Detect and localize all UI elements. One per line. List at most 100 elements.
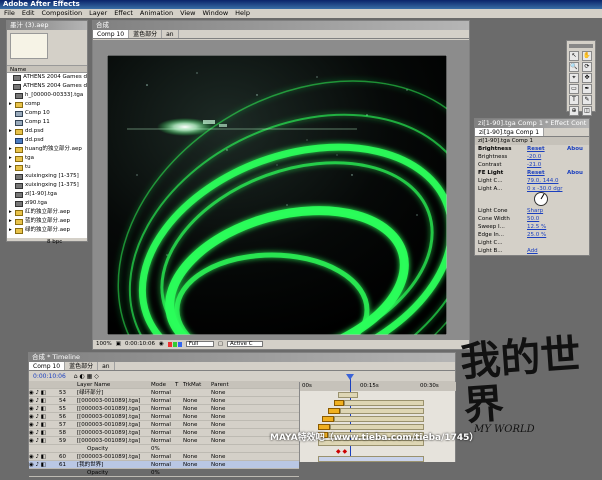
disclosure-icon[interactable]: ▸ [9, 154, 13, 163]
col-t[interactable]: T [175, 381, 183, 389]
comp-canvas[interactable] [107, 55, 447, 335]
layer-parent[interactable]: None [211, 437, 251, 445]
effect-row[interactable]: Contrast -21.0 [475, 161, 589, 169]
layer-bar[interactable] [328, 408, 340, 414]
layer-mode[interactable]: Normal [151, 429, 183, 437]
layer-name[interactable]: Opacity [77, 469, 151, 477]
menu-effect[interactable]: Effect [114, 9, 133, 18]
menu-window[interactable]: Window [203, 9, 229, 18]
disclosure-icon[interactable]: ▸ [9, 208, 13, 217]
layer-parent[interactable]: None [211, 397, 251, 405]
layer-parent[interactable]: None [211, 421, 251, 429]
layer-trkmat[interactable]: None [183, 421, 211, 429]
layer-mode[interactable]: Normal [151, 453, 183, 461]
menu-animation[interactable]: Animation [140, 9, 173, 18]
project-item[interactable]: ATHENS 2004 Games d [7, 73, 87, 82]
layer-mode[interactable]: Normal [151, 437, 183, 445]
disclosure-icon[interactable]: ▸ [9, 145, 13, 154]
keyframe-icon[interactable]: ◆ ◆ [336, 448, 347, 455]
disclosure-icon[interactable]: ▸ [9, 226, 13, 235]
layer-trkmat[interactable]: None [183, 429, 211, 437]
effect-param-value[interactable]: 50.0 [527, 215, 567, 223]
layer-parent[interactable]: None [211, 461, 251, 469]
layer-mode[interactable]: Normal [151, 413, 183, 421]
zoom-level[interactable]: 100% [96, 341, 112, 347]
layer-trkmat[interactable]: None [183, 405, 211, 413]
effect-row[interactable]: FE Light Reset Abou [475, 169, 589, 177]
layer-switches[interactable]: ◉ ♪ ◧ [29, 437, 59, 445]
effect-row[interactable]: Brightness -20.0 [475, 153, 589, 161]
eraser-tool-icon[interactable]: ◫ [582, 106, 592, 116]
project-item[interactable]: ▸ dd.psd [7, 127, 87, 136]
hand-tool-icon[interactable]: ✋ [582, 51, 592, 61]
timeline-graph[interactable]: 00s 00:15s 00:30s ◆ ◆ [299, 374, 456, 462]
layer-parent[interactable]: None [211, 413, 251, 421]
project-item[interactable]: ▸ comp [7, 100, 87, 109]
layer-name[interactable]: [绿环部分] [77, 389, 151, 397]
layer-bar[interactable] [344, 400, 424, 406]
light-angle-dial[interactable] [533, 191, 549, 207]
rotate-tool-icon[interactable]: ⟳ [582, 62, 592, 72]
effect-param-value[interactable]: Sharp [527, 207, 567, 215]
pen-tool-icon[interactable]: ✒ [582, 84, 592, 94]
project-item[interactable]: Comp 11 [7, 118, 87, 127]
layer-switches[interactable]: ◉ ♪ ◧ [29, 405, 59, 413]
time-ruler[interactable]: 00s 00:15s 00:30s [300, 382, 456, 391]
layer-parent[interactable]: None [211, 453, 251, 461]
effect-row[interactable]: Light C... [475, 239, 589, 247]
camera-select[interactable]: Active C [227, 341, 264, 347]
layer-switches[interactable]: ◉ ♪ ◧ [29, 413, 59, 421]
resolution-select[interactable]: Full [185, 341, 214, 347]
channel-swatches[interactable] [167, 341, 182, 347]
comp-timecode[interactable]: 0:00:10:06 [125, 341, 155, 347]
layer-name[interactable]: [[000003-001089].tga] [77, 429, 151, 437]
effect-row[interactable] [475, 193, 589, 207]
layer-bar[interactable] [340, 408, 424, 414]
comp-tab-an[interactable]: an [162, 30, 179, 38]
layer-trkmat[interactable]: None [183, 413, 211, 421]
stamp-tool-icon[interactable]: ⊕ [569, 106, 579, 116]
layer-mode[interactable]: Normal [151, 389, 183, 397]
comp-tab-comp10[interactable]: Comp 10 [93, 30, 130, 38]
snapshot-icon[interactable]: ◉ [159, 341, 164, 347]
effect-param-value[interactable]: 12.5 % [527, 223, 567, 231]
disclosure-icon[interactable]: ▸ [9, 100, 13, 109]
project-item[interactable]: ▸ tga [7, 154, 87, 163]
layer-trkmat[interactable]: None [183, 453, 211, 461]
layer-name[interactable]: Opacity [77, 445, 151, 453]
project-bpc[interactable]: 8 bpc [7, 238, 87, 246]
effect-param-value[interactable] [527, 239, 567, 247]
layer-name[interactable]: [我的世界] [77, 461, 151, 469]
layer-name[interactable]: [[000003-001089].tga] [77, 405, 151, 413]
layer-bar[interactable] [334, 416, 424, 422]
timeline-switch-icons[interactable]: ⌂ ◐ ▦ ◇ [74, 373, 99, 380]
effect-param-value[interactable]: -20.0 [527, 153, 567, 161]
effect-row[interactable]: Brightness Reset Abou [475, 145, 589, 153]
effect-tab[interactable]: zi[1-90].tga Comp 1 [475, 128, 545, 136]
layer-trkmat[interactable]: None [183, 397, 211, 405]
zoom-tool-icon[interactable]: 🔍 [569, 62, 579, 72]
timeline-timecode[interactable]: 0:00:10:06 [33, 373, 66, 380]
select-tool-icon[interactable]: ↖ [569, 51, 579, 61]
project-item[interactable]: ATHENS 2004 Games d [7, 82, 87, 91]
layer-name[interactable]: [[000003-001089].tga] [77, 453, 151, 461]
layer-name[interactable]: [[000003-001089].tga] [77, 397, 151, 405]
layer-mode[interactable]: Normal [151, 405, 183, 413]
project-item[interactable]: ▸ 红的独立部分.aep [7, 208, 87, 217]
effect-row[interactable]: Sweep I... 12.5 % [475, 223, 589, 231]
layer-mode[interactable]: Normal [151, 421, 183, 429]
project-item[interactable]: dd.psd [7, 136, 87, 145]
effect-param-value[interactable]: Add [527, 247, 567, 255]
effect-row[interactable]: Light A... 0 x -30.0 dgr [475, 185, 589, 193]
layer-switches[interactable]: ◉ ♪ ◧ [29, 461, 59, 469]
layer-switches[interactable]: ◉ ♪ ◧ [29, 429, 59, 437]
layer-switches[interactable]: ◉ ♪ ◧ [29, 397, 59, 405]
effect-row[interactable]: Light C... 79.0, 144.0 [475, 177, 589, 185]
effect-about-link[interactable]: Abou [567, 145, 583, 153]
col-trkmat[interactable]: TrkMat [183, 381, 211, 389]
pan-tool-icon[interactable]: ✥ [582, 73, 592, 83]
effect-param-value[interactable]: Reset [527, 145, 567, 153]
effect-about-link[interactable]: Abou [567, 169, 583, 177]
layer-mode[interactable]: 0% [151, 469, 183, 477]
layer-parent[interactable]: None [211, 405, 251, 413]
